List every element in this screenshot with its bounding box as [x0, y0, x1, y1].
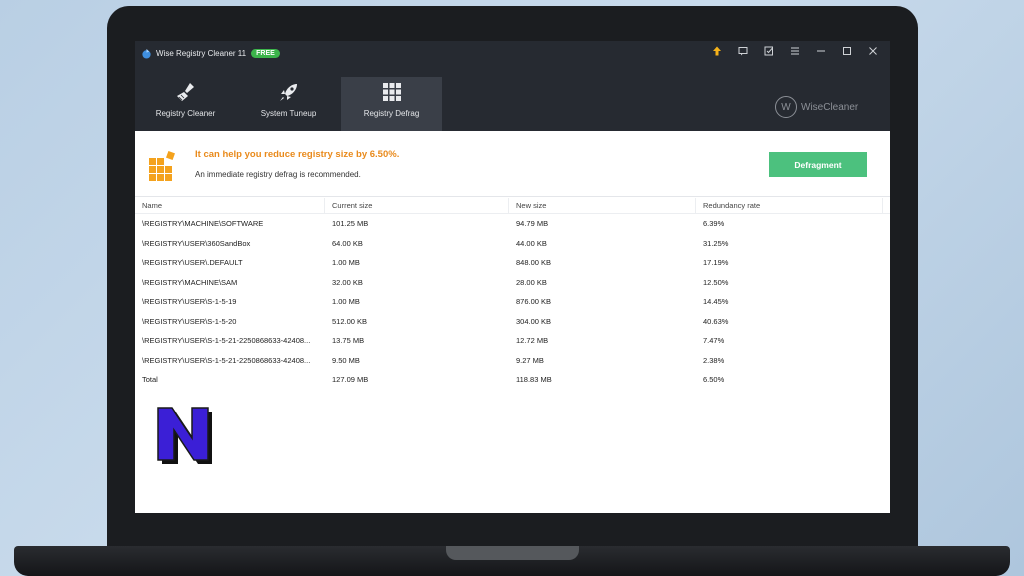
row-name: \REGISTRY\USER\S-1-5-21-2250868633-42408…	[142, 355, 311, 365]
close-icon[interactable]	[860, 43, 886, 59]
table-row[interactable]: \REGISTRY\USER\S-1-5-21-2250868633-42408…	[135, 351, 890, 371]
row-name: Total	[142, 375, 158, 384]
registry-blocks-icon	[149, 151, 175, 181]
row-redundancy-rate: 12.50%	[703, 277, 729, 287]
main-nav: Registry Cleaner System Tuneup Registry …	[135, 77, 444, 131]
row-redundancy-rate: 7.47%	[703, 336, 725, 345]
row-current-size: 13.75 MB	[332, 336, 365, 345]
row-current-size: 101.25 MB	[332, 219, 369, 228]
row-redundancy-rate: 40.63%	[703, 316, 729, 326]
row-new-size: 118.83 MB	[516, 375, 552, 384]
row-redundancy-rate: 6.50%	[703, 375, 725, 384]
row-new-size: 12.72 MB	[516, 336, 549, 345]
tab-system-tuneup[interactable]: System Tuneup	[238, 77, 339, 131]
row-redundancy-rate: 6.39%	[703, 219, 725, 228]
tab-label: System Tuneup	[260, 109, 317, 118]
row-current-size: 512.00 KB	[332, 316, 368, 326]
table-row[interactable]: \REGISTRY\MACHINE\SOFTWARE 101.25 MB 94.79…	[135, 214, 890, 234]
row-name: \REGISTRY\USER\360SandBox	[142, 238, 251, 248]
row-redundancy-rate: 17.19%	[703, 258, 729, 267]
banner-subtext: An immediate registry defrag is recommen…	[195, 170, 361, 179]
table-header: Name Current size New size Redundancy ra…	[135, 198, 890, 214]
row-new-size: 876.00 KB	[516, 297, 552, 306]
table-row-total[interactable]: Total 127.09 MB 118.83 MB 6.50%	[135, 370, 890, 390]
table-row[interactable]: \REGISTRY\USER\360SandBox 64.00 KB 44.00 K…	[135, 234, 890, 254]
tab-label: Registry Defrag	[363, 109, 420, 118]
app-window: Wise Registry Cleaner 11 FREE Registry C…	[135, 41, 890, 513]
row-new-size: 44.00 KB	[516, 238, 547, 248]
table-row[interactable]: \REGISTRY\USER\.DEFAULT 1.00 MB 848.00 KB 1…	[135, 253, 890, 273]
defragment-button[interactable]: Defragment	[769, 152, 867, 177]
row-new-size: 848.00 KB	[516, 258, 552, 267]
row-name: \REGISTRY\MACHINE\SOFTWARE	[142, 219, 264, 228]
tab-registry-defrag[interactable]: Registry Defrag	[341, 77, 442, 131]
table-row[interactable]: \REGISTRY\USER\S-1-5-20 512.00 KB 304.00 K…	[135, 312, 890, 332]
window-controls	[704, 43, 886, 59]
row-new-size: 94.79 MB	[516, 219, 549, 228]
table-body: \REGISTRY\MACHINE\SOFTWARE 101.25 MB 94.79…	[135, 214, 890, 390]
feedback-icon[interactable]	[730, 43, 756, 59]
n-logo-overlay: N	[157, 407, 212, 464]
table-row[interactable]: \REGISTRY\USER\S-1-5-19 1.00 MB 876.00 KB 1…	[135, 292, 890, 312]
app-title: Wise Registry Cleaner 11	[156, 48, 247, 58]
row-name: \REGISTRY\USER\S-1-5-21-2250868633-42408…	[142, 336, 311, 345]
col-header-name[interactable]: Name	[135, 198, 325, 213]
col-header-current-size[interactable]: Current size	[325, 198, 509, 213]
maximize-icon[interactable]	[834, 43, 860, 59]
laptop-notch	[446, 546, 579, 560]
row-current-size: 32.00 KB	[332, 277, 363, 287]
app-logo-icon	[142, 48, 151, 59]
title-bar: Wise Registry Cleaner 11 FREE Registry C…	[135, 41, 890, 131]
row-name: \REGISTRY\USER\S-1-5-19	[142, 297, 237, 306]
tab-registry-cleaner[interactable]: Registry Cleaner	[135, 77, 236, 131]
title-row: Wise Registry Cleaner 11 FREE	[141, 45, 280, 61]
row-redundancy-rate: 14.45%	[703, 297, 729, 306]
row-redundancy-rate: 31.25%	[703, 238, 729, 248]
tab-label: Registry Cleaner	[155, 109, 216, 118]
grid-icon	[382, 83, 401, 101]
rocket-icon	[279, 84, 297, 101]
wisecleaner-logo-icon: W	[775, 96, 797, 118]
row-name: \REGISTRY\MACHINE\SAM	[142, 277, 238, 287]
minimize-icon[interactable]	[808, 43, 834, 59]
table-row[interactable]: \REGISTRY\USER\S-1-5-21-2250868633-42408…	[135, 331, 890, 351]
brand-name: WiseCleaner	[801, 101, 859, 113]
col-header-redundancy-rate[interactable]: Redundancy rate	[696, 198, 883, 213]
upgrade-icon[interactable]	[704, 43, 730, 59]
checklist-icon[interactable]	[756, 43, 782, 59]
menu-icon[interactable]	[782, 43, 808, 59]
row-name: \REGISTRY\USER\S-1-5-20	[142, 316, 237, 326]
registry-table: Name Current size New size Redundancy ra…	[135, 198, 890, 390]
status-banner: It can help you reduce registry size by …	[135, 131, 890, 197]
row-current-size: 1.00 MB	[332, 258, 360, 267]
banner-headline: It can help you reduce registry size by …	[195, 149, 400, 160]
row-new-size: 304.00 KB	[516, 316, 552, 326]
col-header-new-size[interactable]: New size	[509, 198, 696, 213]
row-new-size: 28.00 KB	[516, 277, 547, 287]
row-current-size: 127.09 MB	[332, 375, 369, 384]
row-current-size: 1.00 MB	[332, 297, 360, 306]
broom-icon	[176, 83, 194, 101]
wisecleaner-brand[interactable]: W WiseCleaner	[775, 96, 858, 118]
table-row[interactable]: \REGISTRY\MACHINE\SAM 32.00 KB 28.00 KB 12.…	[135, 273, 890, 293]
row-redundancy-rate: 2.38%	[703, 355, 725, 365]
row-name: \REGISTRY\USER\.DEFAULT	[142, 258, 243, 267]
row-current-size: 9.50 MB	[332, 355, 360, 365]
row-current-size: 64.00 KB	[332, 238, 363, 248]
row-new-size: 9.27 MB	[516, 355, 544, 365]
free-badge[interactable]: FREE	[251, 48, 280, 58]
